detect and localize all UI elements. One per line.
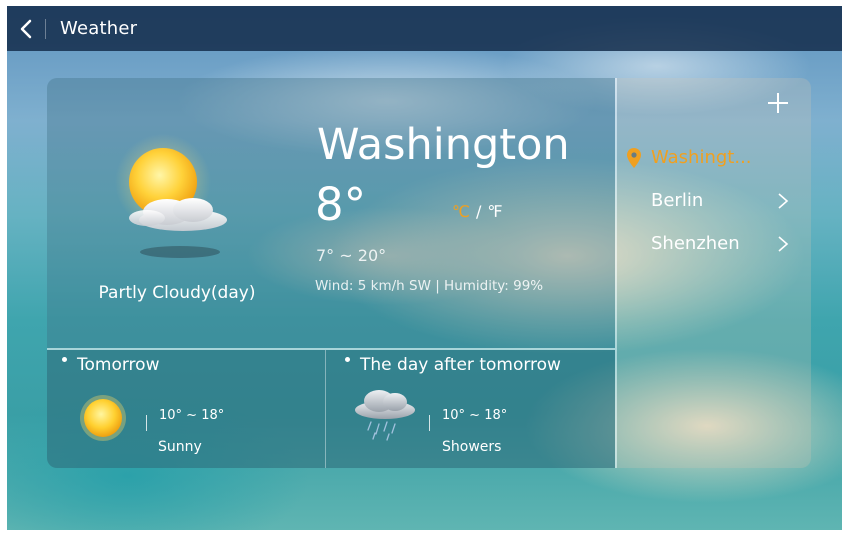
location-pin-icon: [627, 148, 641, 168]
location-item-washington[interactable]: Washingt...: [617, 141, 811, 175]
app-title: Weather: [60, 18, 138, 39]
bullet-dot: [345, 357, 350, 362]
title-separator: [45, 18, 46, 39]
forecast-divider: [325, 350, 326, 468]
locations-sidebar: Washingt... Berlin Shenzhen: [617, 78, 811, 468]
back-button[interactable]: [7, 6, 45, 51]
location-label: Berlin: [651, 190, 704, 211]
forecast-range: 10° ~ 18°: [159, 408, 225, 423]
location-item-shenzhen[interactable]: Shenzhen: [617, 227, 811, 261]
bullet-dot: [62, 357, 67, 362]
current-temperature: 8°: [315, 178, 367, 231]
location-label: Shenzhen: [651, 233, 740, 254]
rain-cloud-icon: [355, 390, 415, 441]
sun-icon: [80, 395, 126, 441]
forecast-range: 10° ~ 18°: [442, 408, 508, 423]
forecast-condition: Showers: [442, 439, 502, 455]
temperature-range: 7° ~ 20°: [316, 246, 387, 265]
top-bar: Weather: [7, 6, 842, 51]
panel-divider-vertical: [615, 78, 617, 468]
current-weather: Partly Cloudy(day) Washington 8° ℃ / ℉ 7…: [47, 78, 615, 348]
back-arrow-icon: [20, 19, 32, 38]
forecast-condition: Sunny: [158, 439, 202, 455]
city-name: Washington: [317, 120, 570, 170]
celsius-toggle[interactable]: ℃: [452, 202, 470, 221]
location-item-berlin[interactable]: Berlin: [617, 184, 811, 218]
wind-humidity-details: Wind: 5 km/h SW | Humidity: 99%: [315, 278, 544, 294]
forecast-divider-tick: [429, 415, 430, 431]
unit-toggle: ℃ / ℉: [452, 202, 503, 221]
location-label: Washingt...: [651, 147, 752, 168]
panel-divider-horizontal: [47, 348, 615, 350]
unit-separator: /: [475, 202, 482, 221]
partly-cloudy-icon: [115, 134, 227, 258]
weather-panel: Partly Cloudy(day) Washington 8° ℃ / ℉ 7…: [47, 78, 811, 468]
current-condition: Partly Cloudy(day): [98, 283, 256, 303]
forecast-section: Tomorrow 10° ~ 18° Sunny The day after t: [47, 350, 615, 468]
forecast-title-text: Tomorrow: [77, 355, 160, 375]
forecast-divider-tick: [146, 415, 147, 431]
add-location-button[interactable]: [765, 90, 791, 116]
forecast-title: Tomorrow: [62, 355, 159, 375]
weather-screen: Weather Partly Cloudy(day) Washington 8°…: [7, 6, 842, 530]
chevron-right-icon: [778, 236, 789, 252]
chevron-right-icon: [778, 193, 789, 209]
fahrenheit-toggle[interactable]: ℉: [487, 202, 502, 221]
forecast-title: The day after tomorrow: [345, 355, 561, 375]
forecast-title-text: The day after tomorrow: [360, 355, 561, 375]
